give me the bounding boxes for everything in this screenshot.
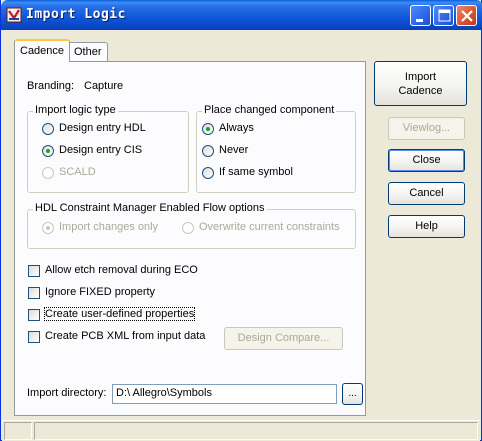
radio-selected-dot (206, 127, 210, 131)
tab-other-label: Other (74, 46, 102, 58)
checkbox-ignore-fixed[interactable] (28, 287, 40, 299)
close-icon (461, 10, 473, 22)
checkbox-create-user-defined-label[interactable]: Create user-defined properties (43, 307, 196, 321)
browse-directory-button[interactable]: ... (342, 383, 363, 405)
radio-scald (42, 167, 54, 179)
checkbox-create-pcb-xml-label[interactable]: Create PCB XML from input data (45, 330, 205, 342)
radio-never[interactable] (202, 145, 214, 157)
radio-design-entry-cis[interactable] (42, 145, 54, 157)
radio-scald-label: SCALD (59, 166, 96, 178)
import-logic-type-title: Import logic type (33, 104, 118, 116)
design-compare-button: Design Compare... (224, 327, 343, 350)
checkbox-ignore-fixed-label[interactable]: Ignore FIXED property (45, 286, 155, 298)
import-cadence-button[interactable]: Import Cadence (374, 61, 467, 106)
hdl-flow-options-title: HDL Constraint Manager Enabled Flow opti… (33, 202, 267, 214)
radio-design-entry-hdl-label[interactable]: Design entry HDL (59, 122, 146, 134)
close-window-button[interactable] (456, 5, 477, 26)
import-directory-label: Import directory: (27, 387, 107, 399)
radio-design-entry-cis-label[interactable]: Design entry CIS (59, 144, 142, 156)
checkbox-allow-etch-removal[interactable] (28, 265, 40, 277)
viewlog-button: Viewlog... (388, 117, 465, 140)
import-cadence-line2: Cadence (398, 85, 443, 97)
import-cadence-line1: Import (404, 71, 437, 83)
import-directory-input[interactable]: D:\ Allegro\Symbols (112, 384, 337, 404)
radio-selected-dot (46, 149, 50, 153)
status-bar-cell (4, 422, 32, 440)
radio-selected-dot (46, 226, 50, 230)
checkbox-allow-etch-removal-label[interactable]: Allow etch removal during ECO (45, 264, 198, 276)
radio-if-same-symbol[interactable] (202, 167, 214, 179)
radio-always[interactable] (202, 123, 214, 135)
title-bar[interactable]: Import Logic (1, 0, 482, 30)
maximize-button[interactable] (433, 5, 454, 26)
checkbox-create-pcb-xml[interactable] (28, 331, 40, 343)
radio-overwrite-constraints-label: Overwrite current constraints (199, 221, 340, 233)
radio-import-changes-only-label: Import changes only (59, 221, 159, 233)
status-bar (2, 420, 480, 441)
radio-import-changes-only (42, 222, 54, 234)
status-bar-cell (34, 422, 478, 440)
radio-if-same-symbol-label[interactable]: If same symbol (219, 166, 293, 178)
tab-cadence-label: Cadence (20, 45, 65, 57)
tab-cadence[interactable]: Cadence (14, 39, 71, 62)
checkbox-create-user-defined[interactable] (28, 309, 40, 321)
minimize-icon (416, 19, 423, 22)
cancel-button[interactable]: Cancel (388, 182, 465, 205)
place-changed-component-title: Place changed component (202, 104, 337, 116)
radio-overwrite-constraints (182, 222, 194, 234)
window-title: Import Logic (26, 7, 126, 22)
help-button[interactable]: Help (388, 215, 465, 238)
tab-other[interactable]: Other (68, 42, 108, 61)
radio-design-entry-hdl[interactable] (42, 123, 54, 135)
cadence-tab-panel: Branding: Capture Import logic type Desi… (14, 61, 366, 416)
branding-value: Capture (84, 80, 124, 92)
minimize-button[interactable] (410, 5, 431, 26)
branding-label: Branding: (27, 80, 75, 92)
close-button[interactable]: Close (388, 149, 465, 172)
app-icon (6, 7, 22, 23)
radio-always-label[interactable]: Always (219, 122, 254, 134)
maximize-icon (438, 9, 451, 22)
radio-never-label[interactable]: Never (219, 144, 248, 156)
import-logic-window: Import Logic Cadence Other Branding: Cap… (0, 0, 482, 441)
